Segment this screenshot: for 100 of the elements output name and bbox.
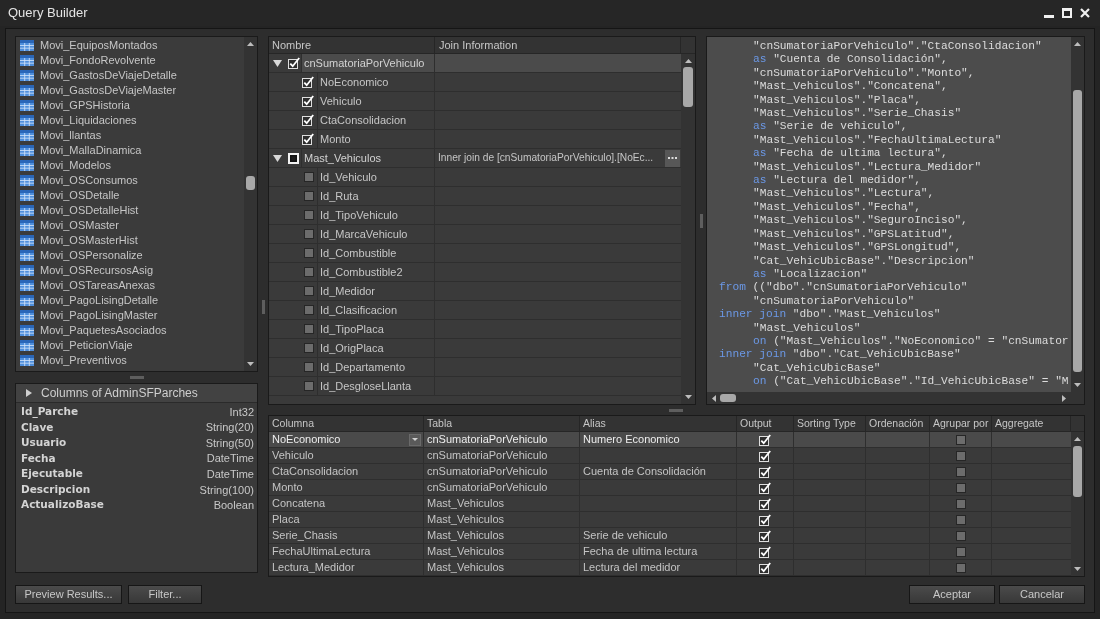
expand-arrow-icon[interactable] [273,154,282,162]
column-name[interactable]: Id_Vehiculo [320,168,377,186]
column-name[interactable]: Id_DesgloseLlanta [320,377,412,395]
scroll-up-icon[interactable] [684,59,692,63]
tree-row[interactable]: Mast_Vehiculos Inner join de [cnSumatoriaPorVehiculo].[NoEc... [301,149,681,167]
expand-arrow-icon[interactable] [273,59,282,67]
column-header[interactable]: Tabla [424,416,580,431]
checkbox[interactable] [304,305,314,315]
preview-results-button[interactable]: Preview Results... [15,585,122,604]
table-list-item[interactable]: Movi_OSMaster [16,218,244,233]
cancel-button[interactable]: Cancelar [999,585,1085,604]
grid-row[interactable]: Serie_Chasis Mast_Vehiculos Serie de vehiculo [269,528,1071,544]
grid-row[interactable]: FechaUltimaLectura Mast_Vehiculos Fecha de ultima lectura [269,544,1071,560]
filter-button[interactable]: Filter... [128,585,202,604]
dropdown-button[interactable] [409,433,421,446]
grid-row[interactable]: Concatena Mast_Vehiculos [269,496,1071,512]
table-list-item[interactable]: Movi_GPSHistoria [16,98,244,113]
checkbox[interactable] [304,191,314,201]
checkbox[interactable] [955,482,966,493]
column-header[interactable]: Aggregate [992,416,1071,431]
table-name[interactable]: Mast_Vehiculos [304,149,382,167]
grid-row[interactable]: Vehiculo cnSumatoriaPorVehiculo [269,448,1071,464]
grid-row[interactable]: CtaConsolidacion cnSumatoriaPorVehiculo Cuenta de Consolidación [269,464,1071,480]
column-name[interactable]: Id_Combustible [320,244,397,262]
checkbox[interactable] [304,267,314,277]
column-header[interactable]: Columna [269,416,424,431]
scroll-right-icon[interactable] [1062,394,1066,402]
scroll-down-icon[interactable] [1074,567,1081,571]
scroll-up-icon[interactable] [247,42,254,46]
column-name[interactable]: Id_TipoVehiculo [320,206,398,224]
checkbox[interactable] [955,562,966,573]
column-name[interactable]: NoEconomico [320,73,389,91]
table-list-item[interactable]: Movi_OSDetalle [16,188,244,203]
checkbox[interactable] [955,450,966,461]
scrollbar[interactable] [244,37,257,371]
table-list-item[interactable]: Movi_PagoLisingDetalle [16,293,244,308]
column-header[interactable]: Agrupar por [930,416,992,431]
sql-editor[interactable] [706,36,1085,405]
scrollbar[interactable] [681,54,695,404]
splitter-handle[interactable] [261,299,265,314]
grid-row[interactable]: Placa Mast_Vehiculos [269,512,1071,528]
column-header[interactable]: Sorting Type [794,416,866,431]
column-name[interactable]: Id_Ruta [320,187,359,205]
maximize-button[interactable] [1062,8,1072,18]
scrollbar[interactable] [1071,432,1084,576]
table-list-item[interactable]: Movi_GastosDeViajeMaster [16,83,244,98]
expand-arrow-icon[interactable] [26,389,32,397]
scroll-up-icon[interactable] [1074,437,1081,441]
table-name[interactable]: cnSumatoriaPorVehiculo [304,54,425,72]
column-header[interactable]: Join Information [435,37,681,53]
column-name[interactable]: Id_Combustible2 [320,263,403,281]
checkbox[interactable] [304,324,314,334]
grid-row[interactable]: Lectura_Medidor Mast_Vehiculos Lectura del medidor [269,560,1071,576]
splitter-handle[interactable] [699,213,703,228]
checkbox[interactable] [955,466,966,477]
scrollbar[interactable] [707,392,1084,404]
column-name[interactable]: Monto [320,130,351,148]
column-header[interactable]: Output [737,416,794,431]
table-list-item[interactable]: Movi_OSConsumos [16,173,244,188]
table-list-item[interactable]: Movi_Modelos [16,158,244,173]
column-name[interactable]: Id_Medidor [320,282,376,300]
checkbox[interactable] [955,530,966,541]
scrollbar-thumb[interactable] [720,394,736,402]
column-name[interactable]: Id_Departamento [320,358,405,376]
column-name[interactable]: Id_MarcaVehiculo [320,225,408,243]
column-name[interactable]: Vehiculo [320,92,362,110]
column-name[interactable]: Id_Clasificacion [320,301,398,319]
scrollbar-thumb[interactable] [246,176,255,190]
ellipsis-button[interactable] [665,149,680,167]
grid-row[interactable]: Monto cnSumatoriaPorVehiculo [269,480,1071,496]
scroll-down-icon[interactable] [684,395,692,399]
checkbox[interactable] [955,498,966,509]
table-list-item[interactable]: Movi_OSMasterHist [16,233,244,248]
checkbox[interactable] [304,286,314,296]
splitter-handle[interactable] [129,376,144,379]
table-list-item[interactable]: Movi_PaquetesAsociados [16,323,244,338]
table-list-item[interactable]: Movi_FondoRevolvente [16,53,244,68]
table-list-item[interactable]: Movi_OSDetalleHist [16,203,244,218]
checkbox[interactable] [304,248,314,258]
table-list-item[interactable]: Movi_Preventivos [16,353,244,368]
checkbox[interactable] [955,546,966,557]
column-name[interactable]: Id_TipoPlaca [320,320,384,338]
table-list-item[interactable]: Movi_OSPersonalize [16,248,244,263]
table-list-item[interactable]: Movi_llantas [16,128,244,143]
checkbox[interactable] [955,434,966,445]
column-header[interactable]: Alias [580,416,737,431]
table-list-item[interactable]: Movi_EquiposMontados [16,38,244,53]
scrollbar-thumb[interactable] [1073,446,1082,497]
close-button[interactable] [1080,8,1090,18]
column-name[interactable]: CtaConsolidacion [320,111,407,129]
table-list-item[interactable]: Movi_OSTareasAnexas [16,278,244,293]
checkbox[interactable] [304,210,314,220]
scrollbar-thumb[interactable] [1073,90,1082,372]
scrollbar[interactable] [1071,37,1084,392]
table-list-item[interactable]: Movi_MallaDinamica [16,143,244,158]
table-list-item[interactable]: Movi_OSRecursosAsig [16,263,244,278]
checkbox[interactable] [304,381,314,391]
table-list-item[interactable]: Movi_PeticionViaje [16,338,244,353]
checkbox[interactable] [304,229,314,239]
checkbox[interactable] [955,514,966,525]
